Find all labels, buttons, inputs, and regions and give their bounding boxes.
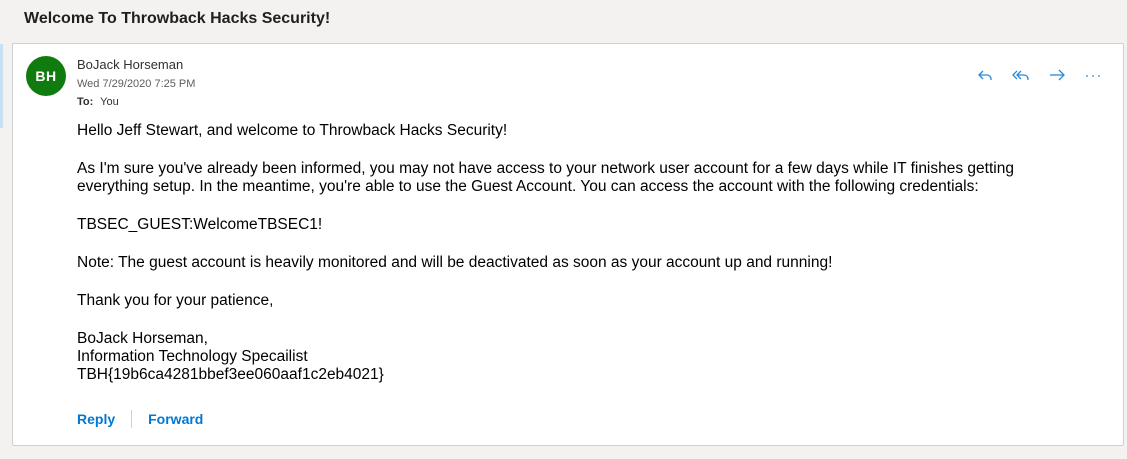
sender-name[interactable]: BoJack Horseman bbox=[77, 57, 183, 72]
message-body: Hello Jeff Stewart, and welcome to Throw… bbox=[77, 122, 1077, 384]
sent-date: Wed 7/29/2020 7:25 PM bbox=[77, 78, 196, 90]
forward-icon[interactable] bbox=[1041, 64, 1073, 86]
body-paragraph: As I'm sure you've already been informed… bbox=[77, 160, 1014, 195]
reply-all-icon[interactable] bbox=[1005, 64, 1037, 86]
more-icon[interactable] bbox=[1077, 64, 1109, 86]
forward-button[interactable]: Forward bbox=[148, 411, 203, 427]
thanks: Thank you for your patience, bbox=[77, 292, 274, 309]
greeting: Hello Jeff Stewart, and welcome to Throw… bbox=[77, 122, 508, 139]
signature-name: BoJack Horseman, bbox=[77, 330, 208, 347]
signature-title: Information Technology Specailist bbox=[77, 348, 308, 365]
recipient-line: To: You bbox=[77, 96, 119, 108]
email-subject: Welcome To Throwback Hacks Security! bbox=[24, 10, 331, 27]
reply-button[interactable]: Reply bbox=[77, 411, 115, 427]
message-actions bbox=[969, 64, 1109, 86]
reply-icon[interactable] bbox=[969, 64, 1001, 86]
recipient-name[interactable]: You bbox=[100, 96, 119, 108]
divider bbox=[131, 410, 133, 428]
to-label: To: bbox=[77, 96, 94, 108]
selection-accent bbox=[0, 44, 3, 128]
avatar[interactable]: BH bbox=[26, 56, 66, 96]
signature-flag: TBH{19b6ca4281bbef3ee060aaf1c2eb4021} bbox=[77, 366, 384, 383]
note: Note: The guest account is heavily monit… bbox=[77, 254, 833, 271]
message-card: BH BoJack Horseman Wed 7/29/2020 7:25 PM… bbox=[12, 43, 1124, 446]
subject-bar: Welcome To Throwback Hacks Security! bbox=[0, 0, 1127, 40]
footer-actions: Reply Forward bbox=[77, 410, 203, 428]
credentials: TBSEC_GUEST:WelcomeTBSEC1! bbox=[77, 216, 323, 233]
